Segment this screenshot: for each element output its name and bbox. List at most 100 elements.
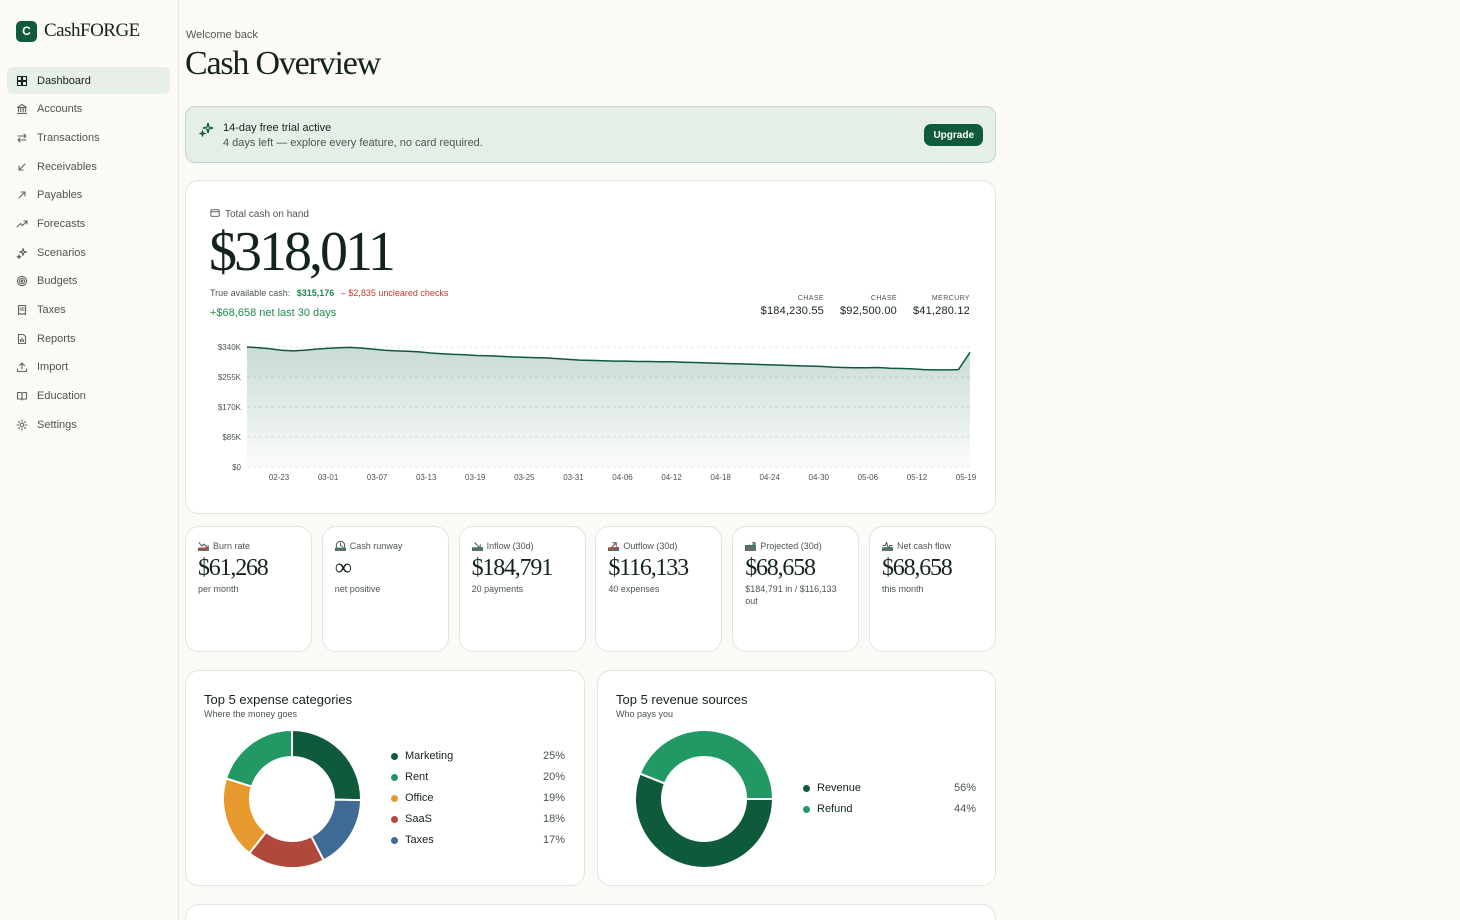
clock-icon bbox=[334, 540, 346, 551]
sparkline bbox=[605, 602, 713, 628]
sidebar-item-import[interactable]: Import bbox=[7, 354, 170, 381]
stat-value: ∞ bbox=[334, 555, 352, 581]
x-tick-label: 05-12 bbox=[907, 473, 928, 482]
sidebar-item-label: Dashboard bbox=[37, 74, 91, 87]
legend-dot bbox=[391, 794, 398, 802]
arrow-down-left-icon bbox=[16, 161, 28, 173]
stat-label: Cash runway bbox=[334, 540, 403, 551]
stat-label-text: Burn rate bbox=[213, 540, 251, 551]
legend-dot bbox=[391, 815, 398, 823]
gear-icon bbox=[16, 419, 28, 431]
sidebar-item-dashboard[interactable]: Dashboard bbox=[7, 67, 170, 94]
y-tick-label: $85K bbox=[222, 433, 241, 442]
stat-subtext: 40 expenses bbox=[608, 584, 660, 594]
next-section-card bbox=[185, 904, 996, 920]
stat-label-text: Projected (30d) bbox=[760, 540, 822, 551]
stat-value: $68,658 bbox=[882, 555, 953, 581]
sidebar-item-transactions[interactable]: Transactions bbox=[7, 124, 170, 151]
brand-name: CashFORGE bbox=[44, 20, 140, 41]
legend-percent: 56% bbox=[953, 782, 976, 794]
x-tick-label: 04-18 bbox=[710, 473, 731, 482]
stat-label: Outflow (30d) bbox=[608, 540, 677, 551]
sidebar-item-accounts[interactable]: Accounts bbox=[7, 96, 170, 123]
trending-up-icon bbox=[745, 540, 757, 551]
stat-label: Burn rate bbox=[198, 540, 250, 551]
stat-subtext: per month bbox=[198, 584, 239, 594]
legend-label: Revenue bbox=[817, 782, 862, 794]
y-tick-label: $0 bbox=[232, 463, 241, 472]
stat-value: $61,268 bbox=[198, 555, 269, 581]
x-tick-label: 03-25 bbox=[514, 473, 535, 482]
book-icon bbox=[16, 390, 28, 402]
donut-slice-rent[interactable] bbox=[224, 728, 293, 788]
legend-percent: 25% bbox=[542, 750, 565, 762]
trial-banner: 14-day free trial active 4 days left — e… bbox=[185, 106, 996, 163]
legend-dot bbox=[391, 752, 398, 760]
legend-item-office[interactable]: Office bbox=[391, 792, 434, 804]
x-tick-label: 04-24 bbox=[759, 473, 780, 482]
x-tick-label: 04-06 bbox=[612, 473, 633, 482]
grid-icon bbox=[16, 75, 28, 87]
stat-value: $116,133 bbox=[608, 555, 689, 581]
y-tick-label: $255K bbox=[218, 373, 242, 382]
sidebar-item-reports[interactable]: Reports bbox=[7, 325, 170, 352]
legend-item-taxes[interactable]: Taxes bbox=[391, 834, 434, 846]
sidebar-item-scenarios[interactable]: Scenarios bbox=[7, 239, 170, 266]
y-tick-label: $340K bbox=[218, 343, 242, 352]
x-tick-label: 03-07 bbox=[367, 473, 388, 482]
y-tick-label: $170K bbox=[218, 403, 242, 412]
sidebar-item-label: Accounts bbox=[37, 103, 83, 116]
legend-item-marketing[interactable]: Marketing bbox=[391, 750, 453, 762]
trending-down-icon bbox=[198, 540, 209, 551]
legend-dot bbox=[391, 836, 398, 844]
expense-subtitle: Where the money goes bbox=[204, 709, 298, 719]
legend-item-refund[interactable]: Refund bbox=[803, 803, 852, 815]
legend-label: Taxes bbox=[405, 834, 434, 846]
legend-percent: 20% bbox=[542, 771, 565, 783]
legend-label: Rent bbox=[405, 771, 429, 783]
sidebar: C CashFORGE Dashboard Accounts Transaction… bbox=[0, 0, 179, 920]
sparkline bbox=[195, 602, 303, 628]
stat-label-text: Cash runway bbox=[349, 540, 403, 551]
welcome-text: Welcome back bbox=[186, 29, 258, 41]
sidebar-item-receivables[interactable]: Receivables bbox=[7, 153, 170, 180]
sidebar-item-education[interactable]: Education bbox=[7, 383, 170, 410]
legend-percent: 44% bbox=[953, 803, 976, 815]
sidebar-item-label: Import bbox=[37, 361, 69, 374]
sidebar-item-label: Scenarios bbox=[37, 246, 86, 259]
target-icon bbox=[16, 275, 28, 287]
sparkline bbox=[469, 602, 577, 628]
legend-label: SaaS bbox=[405, 813, 432, 825]
stat-subtext: 20 payments bbox=[471, 584, 524, 594]
sparkline bbox=[332, 602, 440, 628]
arrow-up-right-icon bbox=[608, 540, 620, 551]
legend-percent: 18% bbox=[542, 813, 565, 825]
sidebar-item-taxes[interactable]: Taxes bbox=[7, 297, 170, 324]
x-tick-label: 05-06 bbox=[858, 473, 879, 482]
sidebar-item-label: Payables bbox=[37, 189, 83, 202]
arrows-left-right-icon bbox=[16, 132, 28, 144]
stat-value: $184,791 bbox=[471, 555, 554, 581]
sidebar-item-label: Forecasts bbox=[37, 217, 86, 230]
stat-label: Projected (30d) bbox=[745, 540, 822, 551]
brand[interactable]: C CashFORGE bbox=[16, 20, 140, 42]
x-tick-label: 02-23 bbox=[269, 473, 290, 482]
stat-card-net-cash-flow: Net cash flow $68,658 this month bbox=[869, 526, 996, 652]
sidebar-item-forecasts[interactable]: Forecasts bbox=[7, 210, 170, 237]
stat-subtext: this month bbox=[882, 584, 924, 594]
legend-dot bbox=[803, 805, 810, 813]
sidebar-item-payables[interactable]: Payables bbox=[7, 182, 170, 209]
upgrade-button[interactable]: Upgrade bbox=[924, 124, 983, 146]
legend-item-saas[interactable]: SaaS bbox=[391, 813, 432, 825]
trial-title: 14-day free trial active bbox=[223, 122, 332, 134]
donut-slice-marketing[interactable] bbox=[291, 728, 362, 802]
stat-label-text: Inflow (30d) bbox=[486, 540, 534, 551]
sidebar-item-budgets[interactable]: Budgets bbox=[7, 268, 170, 295]
stat-value: $68,658 bbox=[745, 555, 816, 581]
stat-card-burn-rate: Burn rate $61,268 per month bbox=[185, 526, 312, 652]
sidebar-item-settings[interactable]: Settings bbox=[7, 411, 170, 438]
legend-item-revenue[interactable]: Revenue bbox=[803, 782, 861, 794]
sidebar-item-label: Budgets bbox=[37, 275, 78, 288]
legend-item-rent[interactable]: Rent bbox=[391, 771, 428, 783]
expense-donut-chart bbox=[222, 728, 363, 869]
